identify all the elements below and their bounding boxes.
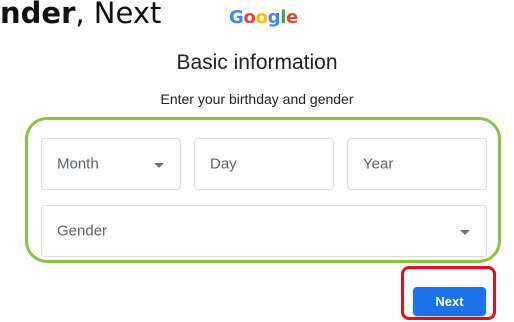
logo-letter: G (229, 7, 244, 28)
next-button[interactable]: Next (413, 287, 486, 316)
year-field[interactable]: Year (347, 138, 487, 190)
logo-letter: g (267, 7, 281, 28)
day-field[interactable]: Day (194, 138, 334, 190)
gender-label: Gender (57, 222, 108, 240)
month-label: Month (57, 155, 99, 173)
instruction-caption: nder, Next (0, 0, 161, 30)
page-title: Basic information (176, 51, 338, 74)
chevron-down-icon (460, 230, 470, 235)
chevron-down-icon (154, 163, 164, 168)
day-label: Day (210, 155, 237, 173)
logo-letter: o (255, 7, 268, 28)
logo-letter: e (286, 7, 299, 28)
logo-letter: o (243, 7, 256, 28)
google-logo: Google (229, 7, 298, 28)
year-label: Year (363, 155, 394, 173)
month-select[interactable]: Month (41, 138, 181, 190)
caption-text: , Next (75, 0, 162, 30)
page-subtitle: Enter your birthday and gender (160, 91, 354, 107)
caption-bold-text: nder (0, 0, 76, 30)
gender-select[interactable]: Gender (41, 205, 487, 257)
